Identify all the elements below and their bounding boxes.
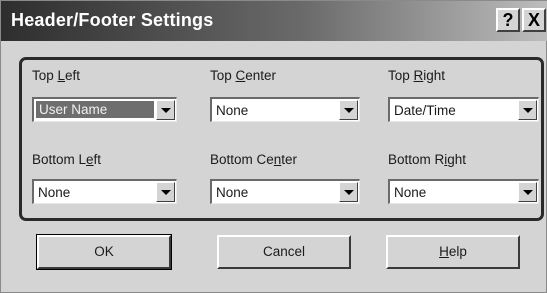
bottom-center-label: Bottom Center xyxy=(210,152,298,167)
bottom-center-value: None xyxy=(216,185,249,200)
dropdown-arrow-icon[interactable] xyxy=(339,100,358,120)
bottom-center-select[interactable]: None xyxy=(210,179,360,204)
top-center-label: Top Center xyxy=(210,68,277,83)
help-title-button[interactable]: ? xyxy=(496,8,520,32)
position-settings-group: Top Left Top Center Top Right User Name … xyxy=(19,57,544,221)
top-left-value: User Name xyxy=(36,101,154,118)
close-button[interactable]: X xyxy=(522,8,546,32)
help-button[interactable]: Help xyxy=(386,235,520,269)
top-center-select[interactable]: None xyxy=(210,97,360,122)
dropdown-arrow-icon[interactable] xyxy=(339,182,358,202)
top-center-value: None xyxy=(216,103,249,118)
dropdown-arrow-icon[interactable] xyxy=(156,182,175,202)
header-footer-dialog: Header/Footer Settings ? X Top Left Top … xyxy=(0,0,547,293)
bottom-right-value: None xyxy=(394,185,427,200)
ok-button[interactable]: OK xyxy=(36,234,172,270)
title-bar[interactable]: Header/Footer Settings ? X xyxy=(1,1,547,41)
bottom-left-label: Bottom Left xyxy=(32,152,102,167)
bottom-right-select[interactable]: None xyxy=(388,179,539,204)
top-right-select[interactable]: Date/Time xyxy=(388,97,539,122)
bottom-left-value: None xyxy=(38,185,71,200)
top-left-select[interactable]: User Name xyxy=(32,97,177,122)
bottom-left-select[interactable]: None xyxy=(32,179,177,204)
dropdown-arrow-icon[interactable] xyxy=(518,100,537,120)
top-right-value: Date/Time xyxy=(394,103,456,118)
dropdown-arrow-icon[interactable] xyxy=(518,182,537,202)
bottom-right-label: Bottom Right xyxy=(388,152,467,167)
dialog-title: Header/Footer Settings xyxy=(11,10,214,30)
top-left-label: Top Left xyxy=(32,68,81,83)
cancel-button[interactable]: Cancel xyxy=(217,235,351,269)
top-right-label: Top Right xyxy=(388,68,446,83)
dropdown-arrow-icon[interactable] xyxy=(156,100,175,120)
